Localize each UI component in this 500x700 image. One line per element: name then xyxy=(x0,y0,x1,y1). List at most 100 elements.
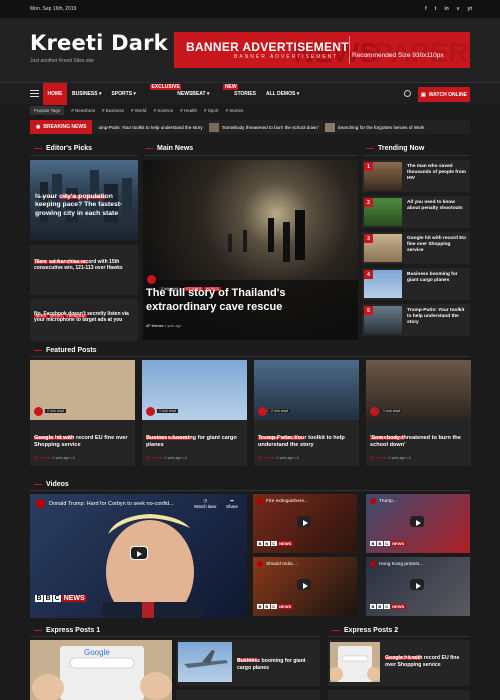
author[interactable]: AF themes xyxy=(146,456,163,460)
trending-headline[interactable]: Business booming for giant cargo planes xyxy=(407,272,467,284)
tv-icon: ▣ xyxy=(421,91,426,98)
featured-headline[interactable]: 'Somebody threatened to burn the school … xyxy=(370,435,468,449)
channel-avatar xyxy=(257,498,263,504)
trending-headline[interactable]: The man who saved thousands of people fr… xyxy=(407,164,467,182)
tag-health[interactable]: # Health xyxy=(180,108,197,113)
nav-home[interactable]: HOME xyxy=(43,83,67,105)
camera-icon xyxy=(147,275,156,284)
video-title[interactable]: Trump... xyxy=(379,499,397,504)
main-news-title: Main News xyxy=(145,145,193,152)
trending-headline[interactable]: Google hit with record EU fine over Shop… xyxy=(407,236,467,254)
twitter-icon[interactable]: t xyxy=(435,6,437,12)
trending-item[interactable]: 4 Business booming for giant cargo plane… xyxy=(362,268,470,300)
rank-badge: 1 xyxy=(364,162,373,171)
svg-text:Google: Google xyxy=(84,648,110,657)
section-title-text: Editor's Picks xyxy=(46,145,93,152)
video-title[interactable]: Hong Kong protest... xyxy=(379,562,423,567)
main-video-player[interactable]: Donald Trump: Hard for Corbyn to seek no… xyxy=(30,494,247,618)
trending-item[interactable]: 3 Google hit with record EU fine over Sh… xyxy=(362,232,470,264)
featured-posts-title: Featured Posts xyxy=(34,347,97,354)
comment-count: 0 xyxy=(72,456,75,460)
featured-card[interactable]: 2 min read BUSINESS NEWSBEAT Trump-Putin:… xyxy=(254,360,359,466)
linkedin-icon[interactable]: in xyxy=(444,6,448,12)
share-button[interactable]: ➦ Share xyxy=(226,498,238,509)
editors-list-item[interactable]: NEWS WORLD TRENDING 76ers set franchise re… xyxy=(30,245,138,295)
tag-stories[interactable]: # Stories xyxy=(226,108,244,113)
popular-tags-label: Popular Tags xyxy=(30,106,65,115)
tag-sport[interactable]: # Sport xyxy=(204,108,219,113)
ticker-item[interactable]: 'Somebody threatened to burn the school … xyxy=(208,122,319,132)
featured-headline[interactable]: Business booming for giant cargo planes xyxy=(146,435,244,449)
express1-feature-card[interactable]: Google xyxy=(30,640,172,700)
watch-later-button[interactable]: ◷ Watch later xyxy=(194,498,217,509)
comment-icon: ▪ xyxy=(294,456,296,460)
play-button-icon[interactable] xyxy=(297,516,311,527)
nav-sports[interactable]: SPORTS ▾ xyxy=(111,91,135,97)
ticker-item[interactable]: Searching for the forgotten heroes of Wo… xyxy=(324,122,424,132)
video-title[interactable]: Should India ... xyxy=(266,562,298,567)
main-news-card[interactable]: 2 min read STORIES WORLD The full story o… xyxy=(143,160,358,340)
site-logo[interactable]: Kreeti Dark xyxy=(30,31,168,55)
featured-card[interactable]: 2 min read BUSINESS WORLD Google hit with… xyxy=(30,360,135,466)
play-button-icon[interactable] xyxy=(130,546,148,560)
feature-headline[interactable]: Is your city's population keeping pace? … xyxy=(35,193,135,218)
video-title[interactable]: Donald Trump: Hard for Corbyn to seek no… xyxy=(49,501,174,507)
author[interactable]: AF themes xyxy=(370,456,387,460)
item-headline[interactable]: 76ers set franchise record with 15th con… xyxy=(34,259,134,272)
item-headline[interactable]: Business booming for giant cargo planes xyxy=(237,658,317,671)
tag-science[interactable]: # Science xyxy=(153,108,173,113)
featured-byline: AF themes 1 year ago ▪ 4 xyxy=(146,456,187,460)
comment-icon: ▪ xyxy=(406,456,408,460)
express2-list-item[interactable]: BUSINESS NEWS Google hit with record EU f… xyxy=(328,640,470,686)
nav-business[interactable]: BUSINESS ▾ xyxy=(72,91,101,97)
video-thumb[interactable]: Fire extinguishers... B B C NEWS xyxy=(253,494,357,553)
tag-business[interactable]: # Business xyxy=(102,108,124,113)
search-icon[interactable] xyxy=(404,90,411,97)
youtube-icon[interactable]: yt xyxy=(468,6,472,12)
nav-business-label: BUSINESS xyxy=(72,91,98,97)
play-button-icon[interactable] xyxy=(410,579,424,590)
nav-stories[interactable]: NEWSTORIES xyxy=(219,84,256,97)
tag-newsbeat[interactable]: # Newsbeat xyxy=(71,108,95,113)
video-thumb[interactable]: Hong Kong protest... B B C NEWS xyxy=(366,557,470,616)
express1-list-item[interactable]: BUSINESS Business booming for giant carg… xyxy=(176,640,320,686)
author[interactable]: AF themes xyxy=(34,456,51,460)
featured-card[interactable]: 1 min read NEWS STORIES 'Somebody threate… xyxy=(366,360,471,466)
author[interactable]: AF themes xyxy=(258,456,275,460)
nav-all-demos[interactable]: ALL DEMOS ▾ xyxy=(266,91,299,97)
social-links: f t in v yt xyxy=(425,6,472,12)
express2-list-item[interactable] xyxy=(328,690,470,700)
nav-newsbeat[interactable]: EXCLUSIVENEWSBEAT ▾ xyxy=(146,84,209,97)
express1-list-item[interactable] xyxy=(176,690,320,700)
author[interactable]: AF themes xyxy=(146,324,163,328)
hamburger-menu-icon[interactable] xyxy=(30,90,39,97)
time-ago: 1 year ago xyxy=(164,324,182,328)
item-headline[interactable]: Google hit with record EU fine over Shop… xyxy=(385,655,467,668)
trending-item[interactable]: 1 The man who saved thousands of people … xyxy=(362,160,470,192)
section-title-text: Express Posts 1 xyxy=(46,627,101,634)
ticker-item[interactable]: ump-Putin: Your toolkit to help understa… xyxy=(98,125,202,130)
editors-feature-card[interactable]: 1 min read RESEARCH TRENDING Is your city… xyxy=(30,160,138,240)
trending-item[interactable]: 2 All you need to know about penalty sho… xyxy=(362,196,470,228)
video-thumb[interactable]: Should India ... B B C NEWS xyxy=(253,557,357,616)
trending-headline[interactable]: All you need to know about penalty shoot… xyxy=(407,200,467,212)
video-title[interactable]: Fire extinguishers... xyxy=(266,499,308,504)
featured-headline[interactable]: Trump-Putin: Your toolkit to help unders… xyxy=(258,435,356,449)
video-thumb[interactable]: Trump... B B C NEWS xyxy=(366,494,470,553)
watch-online-button[interactable]: ▣ WATCH ONLINE xyxy=(418,87,470,102)
main-headline[interactable]: The full story of Thailand's extraordina… xyxy=(146,287,336,315)
banner-ad[interactable]: NEWS PAPER BANNER ADVERTISEMENT BANNER A… xyxy=(174,32,470,68)
editors-list-item[interactable]: NEWS SPORT TRENDING No, Facebook doesn't s… xyxy=(30,299,138,341)
vimeo-icon[interactable]: v xyxy=(457,6,460,12)
logo-letter: B xyxy=(370,541,376,546)
tag-world[interactable]: # World xyxy=(131,108,146,113)
item-headline[interactable]: No, Facebook doesn't secretly listen via… xyxy=(34,311,134,324)
featured-card[interactable]: 1 min read BUSINESS NEWSBEAT Business boo… xyxy=(142,360,247,466)
play-button-icon[interactable] xyxy=(410,516,424,527)
trending-headline[interactable]: Trump-Putin: Your toolkit to help unders… xyxy=(407,308,467,326)
video-header: Donald Trump: Hard for Corbyn to seek no… xyxy=(36,499,174,508)
play-button-icon[interactable] xyxy=(297,579,311,590)
trending-item[interactable]: 5 Trump-Putin: Your toolkit to help unde… xyxy=(362,304,470,336)
featured-headline[interactable]: Google hit with record EU fine over Shop… xyxy=(34,435,132,449)
facebook-icon[interactable]: f xyxy=(425,6,427,12)
